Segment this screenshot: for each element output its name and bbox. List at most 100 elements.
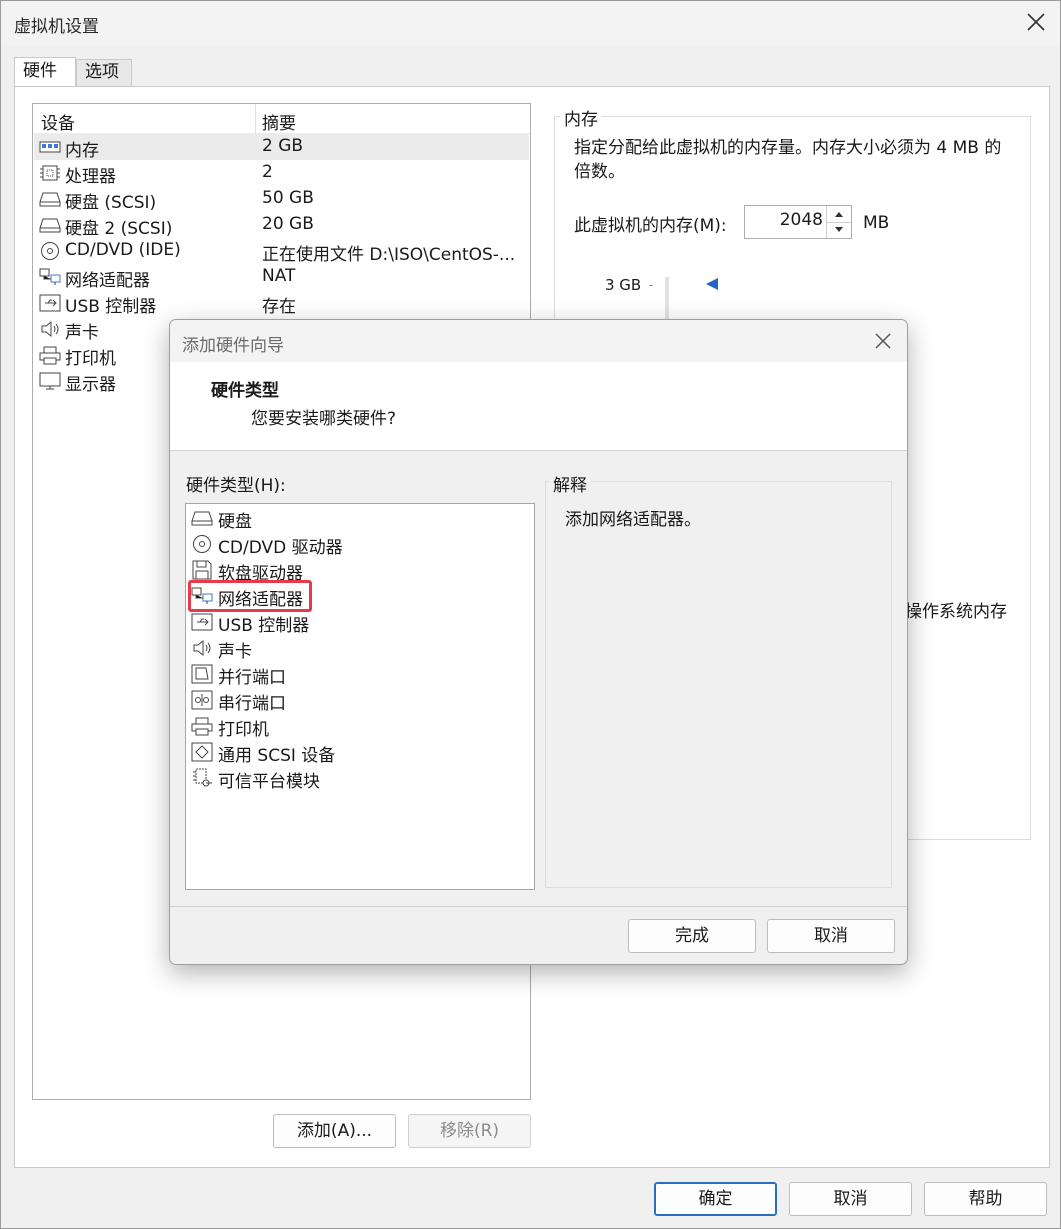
device-row[interactable]: USB 控制器 存在 bbox=[34, 290, 529, 317]
hardware-type-label: 串行端口 bbox=[218, 694, 286, 714]
processor-icon bbox=[39, 163, 61, 183]
device-name: 网络适配器 bbox=[65, 271, 150, 291]
slider-tick-label: 3 GB bbox=[605, 276, 642, 294]
device-summary: 存在 bbox=[262, 297, 296, 317]
close-icon[interactable] bbox=[873, 331, 893, 351]
wizard-header-title: 硬件类型 bbox=[211, 381, 279, 401]
memory-group-label: 内存 bbox=[560, 105, 602, 130]
hard-disk-icon bbox=[39, 189, 61, 209]
device-row[interactable]: 硬盘 (SCSI) 50 GB bbox=[34, 186, 529, 213]
memory-unit: MB bbox=[863, 213, 890, 233]
device-row[interactable]: CD/DVD (IDE) 正在使用文件 D:\ISO\CentOS-... bbox=[34, 238, 529, 265]
spin-up-icon[interactable] bbox=[827, 206, 851, 223]
window-title: 虚拟机设置 bbox=[14, 17, 99, 37]
hardware-type-label: CD/DVD 驱动器 bbox=[218, 538, 343, 558]
column-device[interactable]: 设备 bbox=[41, 109, 75, 134]
device-row[interactable]: 处理器 2 bbox=[34, 160, 529, 187]
hardware-type-label: 可信平台模块 bbox=[218, 772, 320, 792]
explanation-text: 添加网络适配器。 bbox=[565, 510, 701, 530]
device-name: 显示器 bbox=[65, 375, 116, 395]
hardware-type-item[interactable]: 可信平台模块 bbox=[187, 765, 533, 792]
usb-icon bbox=[39, 293, 61, 313]
device-row[interactable]: 内存 2 GB bbox=[34, 134, 529, 161]
hardware-type-label: 硬件类型(H): bbox=[186, 476, 286, 496]
slider-tick bbox=[649, 285, 653, 286]
hardware-type-item[interactable]: 打印机 bbox=[187, 713, 533, 740]
parallel-port-icon bbox=[191, 664, 213, 684]
help-button[interactable]: 帮助 bbox=[924, 1182, 1047, 1216]
hardware-type-list[interactable]: 硬盘 CD/DVD 驱动器 软盘驱动器 网络适配器 USB 控制器 声卡 并行端口 串行端口打… bbox=[185, 503, 535, 890]
device-summary: 2 bbox=[262, 162, 273, 182]
printer-icon bbox=[39, 345, 61, 365]
memory-icon bbox=[39, 137, 61, 157]
serial-port-icon bbox=[191, 690, 213, 710]
memory-field-label: 此虚拟机的内存(M): bbox=[574, 216, 727, 236]
device-name: 处理器 bbox=[65, 167, 116, 187]
hardware-type-item[interactable]: USB 控制器 bbox=[187, 609, 533, 636]
hard-disk-icon bbox=[191, 508, 213, 528]
explanation-label: 解释 bbox=[549, 471, 591, 496]
hardware-type-item[interactable]: CD/DVD 驱动器 bbox=[187, 531, 533, 558]
hardware-type-label: 通用 SCSI 设备 bbox=[218, 746, 336, 766]
hard-disk-icon bbox=[39, 215, 61, 235]
hardware-type-item[interactable]: 串行端口 bbox=[187, 687, 533, 714]
memory-spinbox[interactable]: 2048 bbox=[744, 205, 852, 239]
wizard-header-subtitle: 您要安装哪类硬件? bbox=[251, 409, 397, 429]
tab-hardware[interactable]: 硬件 bbox=[14, 57, 76, 86]
wizard-header: 硬件类型 您要安装哪类硬件? bbox=[170, 362, 907, 451]
printer-icon bbox=[191, 716, 213, 736]
wizard-title: 添加硬件向导 bbox=[182, 336, 284, 356]
hardware-type-label: 并行端口 bbox=[218, 668, 286, 688]
device-summary: 50 GB bbox=[262, 188, 314, 208]
hardware-type-item[interactable]: 声卡 bbox=[187, 635, 533, 662]
wizard-divider bbox=[170, 906, 907, 907]
cancel-button[interactable]: 取消 bbox=[789, 1182, 912, 1216]
hardware-type-label: 硬盘 bbox=[218, 512, 252, 532]
wizard-title-bar: 添加硬件向导 bbox=[170, 320, 907, 362]
tpm-icon bbox=[191, 768, 213, 788]
device-name: 打印机 bbox=[65, 349, 116, 369]
hardware-type-label: 声卡 bbox=[218, 642, 252, 662]
selection-highlight bbox=[188, 580, 312, 612]
hardware-type-label: 打印机 bbox=[218, 720, 269, 740]
add-button[interactable]: 添加(A)... bbox=[273, 1114, 396, 1148]
remove-button[interactable]: 移除(R) bbox=[408, 1114, 531, 1148]
memory-value[interactable]: 2048 bbox=[780, 210, 823, 230]
device-name: 硬盘 (SCSI) bbox=[65, 193, 157, 213]
wizard-cancel-button[interactable]: 取消 bbox=[767, 919, 895, 953]
device-row[interactable]: 硬盘 2 (SCSI) 20 GB bbox=[34, 212, 529, 239]
device-name: 声卡 bbox=[65, 323, 99, 343]
device-row[interactable]: 网络适配器 NAT bbox=[34, 264, 529, 291]
device-list-header: 设备 摘要 bbox=[33, 104, 530, 134]
add-hardware-wizard: 添加硬件向导 硬件类型 您要安装哪类硬件? 硬件类型(H): 硬盘 CD/DVD … bbox=[169, 319, 908, 965]
hardware-type-item[interactable]: 并行端口 bbox=[187, 661, 533, 688]
hardware-type-item[interactable]: 通用 SCSI 设备 bbox=[187, 739, 533, 766]
hardware-type-item[interactable]: 硬盘 bbox=[187, 505, 533, 532]
device-summary: NAT bbox=[262, 266, 296, 286]
spin-down-icon[interactable] bbox=[827, 222, 851, 238]
scsi-icon bbox=[191, 742, 213, 762]
slider-thumb-icon[interactable] bbox=[705, 277, 719, 291]
cd-dvd-icon bbox=[39, 241, 61, 261]
title-bar: 虚拟机设置 bbox=[1, 1, 1060, 45]
device-name: CD/DVD (IDE) bbox=[65, 240, 181, 260]
tab-options[interactable]: 选项 bbox=[76, 59, 132, 86]
finish-button[interactable]: 完成 bbox=[628, 919, 756, 953]
speaker-icon bbox=[191, 638, 213, 658]
device-name: 内存 bbox=[65, 141, 99, 161]
column-divider[interactable] bbox=[255, 104, 256, 133]
cd-dvd-icon bbox=[191, 534, 213, 554]
memory-guide-text: 操作系统内存 bbox=[905, 602, 1007, 622]
ok-button[interactable]: 确定 bbox=[654, 1182, 777, 1216]
floppy-icon bbox=[191, 560, 213, 580]
usb-icon bbox=[191, 612, 213, 632]
device-summary: 2 GB bbox=[262, 136, 304, 156]
device-name: 硬盘 2 (SCSI) bbox=[65, 219, 173, 239]
memory-description: 指定分配给此虚拟机的内存量。内存大小必须为 4 MB 的倍数。 bbox=[574, 138, 1002, 182]
column-summary[interactable]: 摘要 bbox=[262, 109, 296, 134]
network-adapter-icon bbox=[39, 267, 61, 287]
close-icon[interactable] bbox=[1025, 11, 1047, 33]
speaker-icon bbox=[39, 319, 61, 339]
device-name: USB 控制器 bbox=[65, 297, 157, 317]
hardware-type-label: USB 控制器 bbox=[218, 616, 310, 636]
